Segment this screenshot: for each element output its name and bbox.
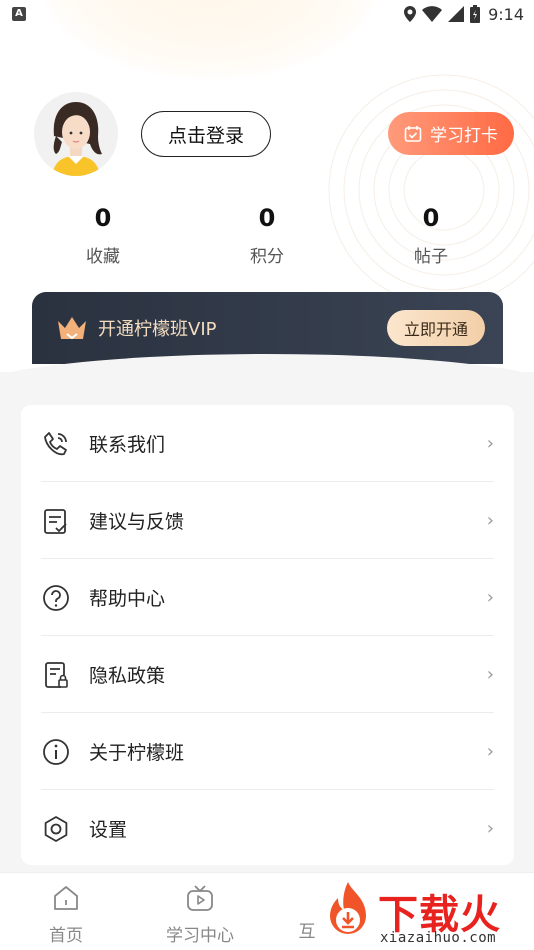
settings-icon: [44, 815, 68, 842]
menu-item-about[interactable]: 关于柠檬班 ›: [21, 713, 514, 790]
status-bar: A 9:14: [0, 0, 534, 28]
phone-icon: [44, 431, 67, 455]
privacy-icon: [45, 661, 68, 688]
menu-item-contact-us[interactable]: 联系我们 ›: [21, 405, 514, 482]
nav-label: 首页: [49, 926, 83, 946]
watermark-url: xiazaihuo.com: [380, 930, 497, 946]
clock: 9:14: [488, 4, 524, 24]
nav-home[interactable]: 首页: [21, 883, 111, 946]
stats-row: 0 收藏 0 积分 0 帖子: [0, 200, 534, 272]
location-icon: [404, 6, 417, 22]
chevron-right-icon: ›: [486, 664, 494, 685]
nav-learning-center[interactable]: 学习中心: [155, 883, 245, 946]
stat-favorites[interactable]: 0 收藏: [43, 200, 163, 267]
menu-item-help-center[interactable]: 帮助中心 ›: [21, 559, 514, 636]
watermark: 下载火 xiazaihuo.com: [316, 878, 534, 950]
chevron-right-icon: ›: [486, 510, 494, 531]
vip-open-button[interactable]: 立即开通: [387, 310, 485, 346]
login-button[interactable]: 点击登录: [141, 111, 271, 157]
tv-icon: [187, 885, 213, 911]
menu-item-settings[interactable]: 设置 ›: [21, 790, 514, 867]
chevron-right-icon: ›: [486, 587, 494, 608]
help-icon: [43, 584, 69, 611]
chevron-right-icon: ›: [486, 818, 494, 839]
stat-posts[interactable]: 0 帖子: [371, 200, 491, 267]
calendar-check-icon: [404, 125, 422, 142]
stat-value: 0: [258, 204, 276, 232]
menu-item-label: 隐私政策: [89, 665, 166, 687]
stat-label: 积分: [250, 247, 284, 267]
menu-item-label: 建议与反馈: [89, 511, 185, 533]
chevron-right-icon: ›: [486, 741, 494, 762]
stat-value: 0: [422, 204, 440, 232]
home-icon: [54, 886, 78, 910]
flame-logo-icon: [330, 882, 366, 934]
wifi-icon: [422, 6, 443, 22]
feedback-icon: [44, 508, 67, 534]
crown-icon: [58, 317, 86, 340]
profile-header: A 9:14 点击登录 学习打卡 0 收藏 0 积分 0 帖子 开通柠檬班VIP…: [0, 0, 534, 372]
battery-icon: [470, 5, 481, 23]
avatar[interactable]: [34, 92, 118, 176]
menu-item-privacy-policy[interactable]: 隐私政策 ›: [21, 636, 514, 713]
stat-label: 帖子: [414, 247, 448, 267]
stat-label: 收藏: [86, 247, 120, 267]
menu-list: 联系我们 › 建议与反馈 › 帮助中心 › 隐私政策 › 关于柠檬班 › 设置 …: [21, 405, 514, 865]
signal-icon: [448, 6, 465, 22]
notification-badge: A: [12, 7, 26, 21]
menu-item-label: 联系我们: [89, 434, 166, 456]
info-icon: [43, 738, 69, 765]
checkin-label: 学习打卡: [430, 126, 498, 146]
menu-item-label: 关于柠檬班: [89, 742, 185, 764]
stat-value: 0: [94, 204, 112, 232]
checkin-button[interactable]: 学习打卡: [388, 112, 514, 155]
menu-item-label: 设置: [89, 819, 128, 841]
decorative-rings: [328, 74, 534, 306]
vip-title: 开通柠檬班VIP: [98, 319, 217, 340]
menu-item-label: 帮助中心: [89, 588, 166, 610]
nav-label: 学习中心: [166, 926, 234, 946]
chevron-right-icon: ›: [486, 433, 494, 454]
menu-item-feedback[interactable]: 建议与反馈 ›: [21, 482, 514, 559]
user-avatar-icon: [52, 102, 102, 176]
stat-points[interactable]: 0 积分: [207, 200, 327, 267]
